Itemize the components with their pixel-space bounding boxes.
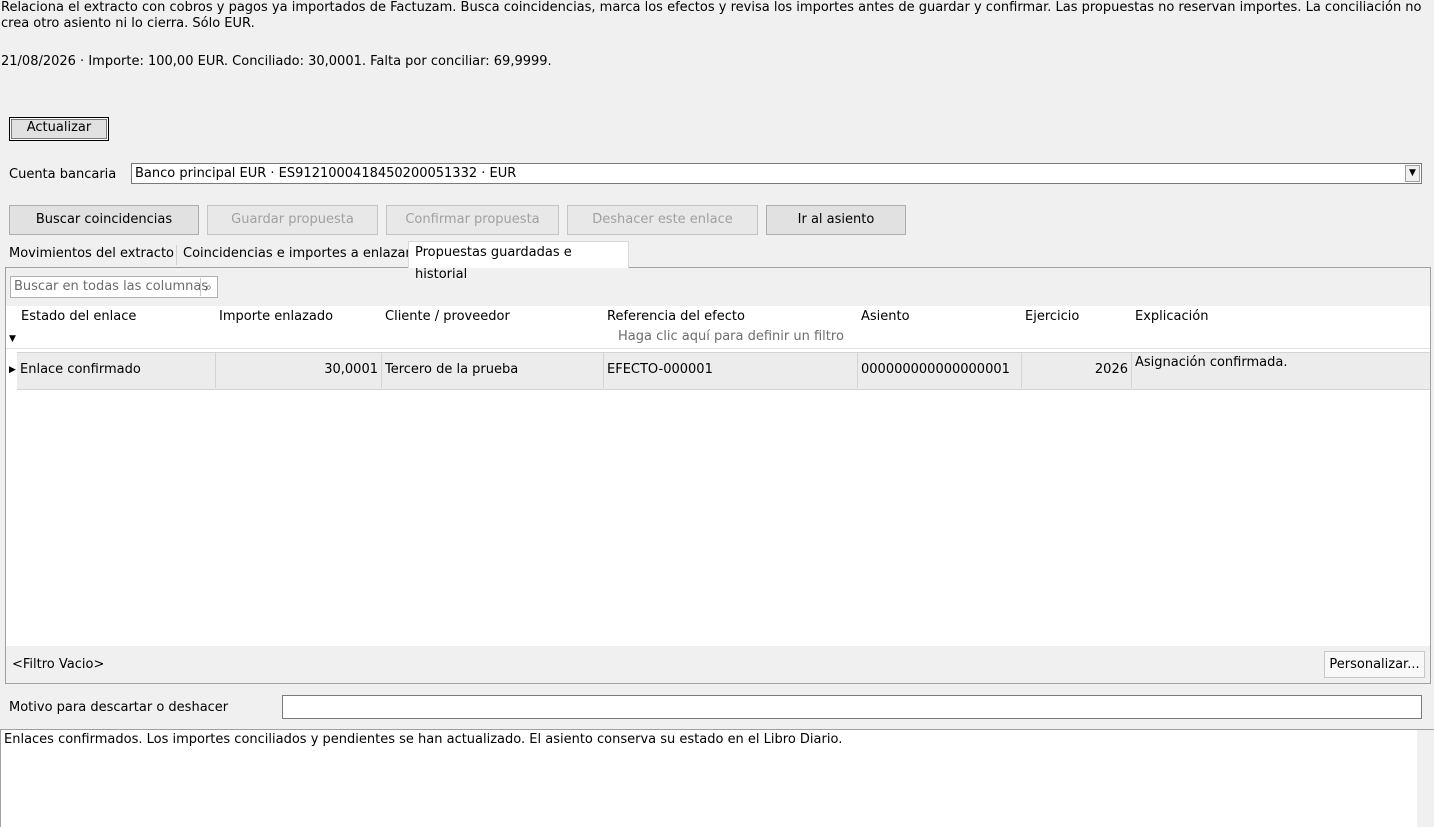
cell-importe[interactable]: 30,0001	[216, 352, 382, 388]
bank-account-select[interactable]: Banco principal EUR · ES9121000418450200…	[131, 163, 1422, 184]
deshacer-enlace-button[interactable]: Deshacer este enlace	[567, 205, 758, 235]
confirmar-propuesta-button[interactable]: Confirmar propuesta	[386, 205, 559, 235]
cell-ejercicio[interactable]: 2026	[1022, 352, 1132, 388]
column-header-importe[interactable]: Importe enlazado	[219, 306, 333, 328]
search-icon[interactable]: ⌕	[200, 278, 216, 296]
filter-icon[interactable]: ▼	[9, 334, 16, 344]
column-header-cliente[interactable]: Cliente / proveedor	[385, 306, 510, 328]
bank-account-value: Banco principal EUR · ES9121000418450200…	[135, 166, 517, 181]
column-header-estado[interactable]: Estado del enlace	[21, 306, 136, 328]
cell-referencia[interactable]: EFECTO-000001	[604, 352, 858, 388]
filter-row[interactable]: ▼ Haga clic aquí para definir un filtro	[6, 328, 1430, 349]
bank-account-label: Cuenta bancaria	[9, 167, 117, 182]
column-header-explicacion[interactable]: Explicación	[1135, 306, 1208, 328]
cell-cliente[interactable]: Tercero de la prueba	[382, 352, 604, 388]
grid-footer	[6, 646, 1430, 683]
motivo-input[interactable]	[282, 695, 1422, 719]
buscar-coincidencias-button[interactable]: Buscar coincidencias	[9, 205, 199, 235]
filter-hint: Haga clic aquí para definir un filtro	[618, 329, 844, 344]
personalizar-button[interactable]: Personalizar...	[1324, 651, 1425, 678]
actualizar-button[interactable]: Actualizar	[9, 117, 109, 141]
search-placeholder: Buscar en todas las columnas	[14, 279, 209, 294]
ir-al-asiento-button[interactable]: Ir al asiento	[766, 205, 906, 235]
column-header-ejercicio[interactable]: Ejercicio	[1025, 306, 1079, 328]
tab-coincidencias[interactable]: Coincidencias e importes a enlazar	[180, 243, 414, 265]
status-message: Enlaces confirmados. Los importes concil…	[4, 732, 843, 747]
tab-propuestas[interactable]: Propuestas guardadas e historial	[408, 241, 629, 282]
status-message-area: Enlaces confirmados. Los importes concil…	[0, 729, 1434, 827]
grid-toolbar	[6, 268, 1430, 306]
intro-text: Relaciona el extracto con cobros y pagos…	[1, 0, 1422, 31]
chevron-down-icon[interactable]: ▼	[1405, 165, 1420, 182]
tab-movimientos[interactable]: Movimientos del extracto	[6, 243, 177, 265]
cell-estado[interactable]: Enlace confirmado	[17, 352, 216, 388]
grid-search-input[interactable]: Buscar en todas las columnas ⌕	[10, 276, 218, 298]
tab-separator	[176, 245, 177, 265]
column-header-referencia[interactable]: Referencia del efecto	[607, 306, 745, 328]
movement-summary: 21/08/2026 · Importe: 100,00 EUR. Concil…	[1, 54, 552, 69]
column-header-asiento[interactable]: Asiento	[861, 306, 910, 328]
cell-asiento[interactable]: 000000000000000001	[858, 352, 1022, 388]
motivo-label: Motivo para descartar o deshacer	[9, 700, 229, 715]
filter-status: <Filtro Vacio>	[12, 657, 105, 672]
status-scrollbar[interactable]	[1417, 730, 1434, 827]
guardar-propuesta-button[interactable]: Guardar propuesta	[207, 205, 378, 235]
cell-explicacion[interactable]: Asignación confirmada.	[1132, 352, 1430, 388]
row-indicator-icon: ▶	[9, 365, 16, 375]
